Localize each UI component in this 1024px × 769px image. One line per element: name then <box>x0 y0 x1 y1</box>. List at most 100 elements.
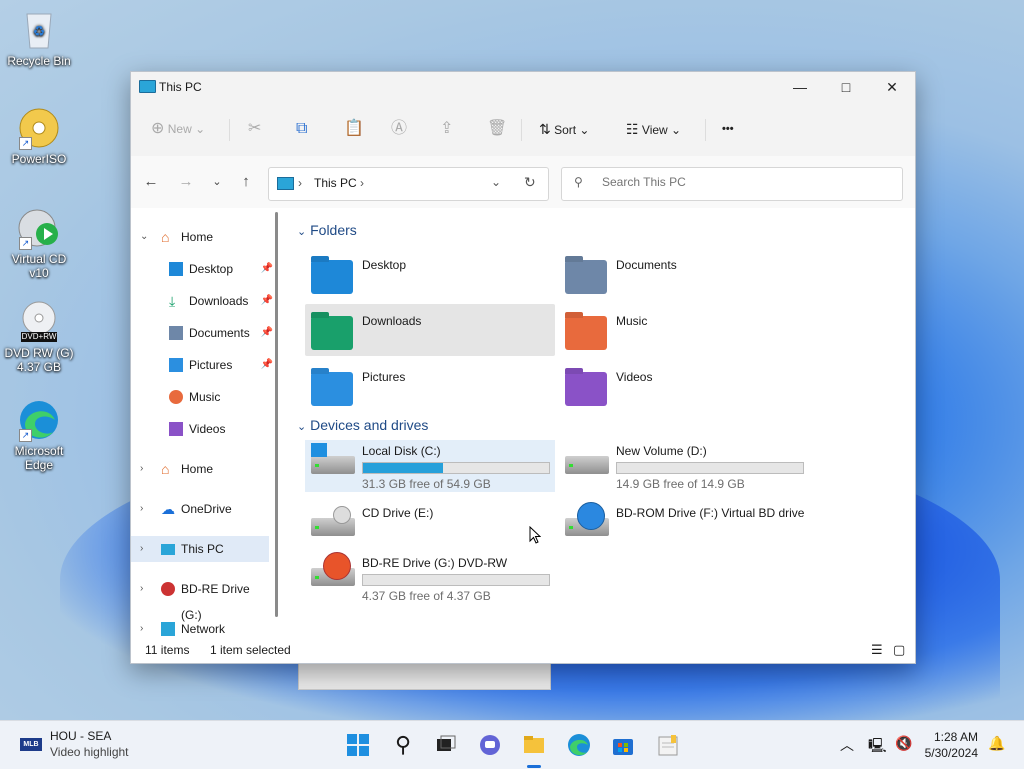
expanded-chevron-icon: ⌄ <box>297 226 307 238</box>
desktop-icon-virtual-cd[interactable]: ↗ Virtual CD v10 <box>1 206 77 280</box>
paste-icon[interactable]: 📋 <box>344 102 364 156</box>
pin-icon[interactable]: 📌 <box>261 288 273 314</box>
sort-icon: ⇅ <box>539 121 551 137</box>
notifications-icon[interactable]: 🔔 <box>988 735 1005 752</box>
sidebar-scrollbar[interactable] <box>275 212 278 617</box>
more-options-button[interactable]: ••• <box>722 102 734 156</box>
pin-icon[interactable]: 📌 <box>261 256 273 282</box>
notepad-icon[interactable] <box>656 733 680 757</box>
drive-usage-bar <box>616 462 804 474</box>
delete-icon[interactable]: 🗑 <box>487 102 507 156</box>
sidebar-item-videos[interactable]: Videos <box>139 416 277 442</box>
hard-drive-icon <box>565 456 609 474</box>
store-icon[interactable] <box>611 733 635 757</box>
start-button[interactable] <box>346 733 370 757</box>
videos-icon <box>169 422 183 436</box>
desktop-icon-recycle-bin[interactable]: ♻ Recycle Bin <box>1 8 77 68</box>
documents-icon <box>169 326 183 340</box>
drive-usage-bar <box>362 462 550 474</box>
dvd-rw-badge: DVD+RW <box>21 332 57 341</box>
sidebar-item-downloads[interactable]: ⤓ Downloads 📌 <box>139 288 277 314</box>
back-arrow-icon[interactable]: ← <box>139 170 163 194</box>
close-button[interactable]: ✕ <box>869 72 915 102</box>
forward-arrow-icon[interactable]: → <box>174 170 198 194</box>
sidebar-item-bd-re-drive[interactable]: › BD-RE Drive (G:) <box>131 576 269 622</box>
copy-icon[interactable]: ⧉ <box>296 102 307 156</box>
breadcrumb-separator-icon: › <box>298 176 302 190</box>
sort-button[interactable]: ⇅ Sort ⌄ <box>539 102 589 156</box>
folder-tile-documents[interactable]: Documents <box>559 248 809 300</box>
sidebar-item-desktop[interactable]: Desktop 📌 <box>139 256 277 282</box>
address-bar[interactable]: › This PC › ⌄ ↻ <box>268 167 549 201</box>
rename-icon[interactable]: Ⓐ <box>391 102 407 156</box>
refresh-icon[interactable]: ↻ <box>524 174 536 191</box>
folder-tile-pictures[interactable]: Pictures <box>305 360 555 412</box>
folder-tile-downloads[interactable]: Downloads <box>305 304 555 356</box>
show-hidden-icons-chevron-icon[interactable]: ︿ <box>840 735 854 755</box>
breadcrumb-chevron-icon[interactable]: › <box>360 176 364 190</box>
drive-free-space: 4.37 GB free of 4.37 GB <box>362 589 491 603</box>
videos-folder-icon <box>565 372 607 406</box>
edge-icon: ↗ <box>17 398 61 442</box>
drive-tile-f[interactable]: BD-ROM Drive (F:) Virtual BD drive <box>559 502 809 554</box>
desktop-icon-dvd-rw[interactable]: DVD+RW DVD RW (G) 4.37 GB <box>1 300 77 374</box>
collapsed-chevron-icon[interactable]: › <box>140 536 143 562</box>
sidebar-item-this-pc[interactable]: › This PC <box>131 536 269 562</box>
breadcrumb-this-pc[interactable]: This PC <box>314 176 357 190</box>
sidebar-item-pictures[interactable]: Pictures 📌 <box>139 352 277 378</box>
clock-date: 5/30/2024 <box>924 746 978 760</box>
shortcut-arrow-icon: ↗ <box>19 429 32 442</box>
file-explorer-taskbar-icon[interactable] <box>522 733 546 757</box>
task-view-icon[interactable] <box>434 733 458 757</box>
desktop-icon-edge[interactable]: ↗ Microsoft Edge <box>1 398 77 472</box>
new-button[interactable]: ⊕ New ⌄ <box>151 102 205 156</box>
collapsed-chevron-icon[interactable]: › <box>140 456 143 482</box>
pin-icon[interactable]: 📌 <box>261 320 273 346</box>
volume-muted-icon[interactable]: 🔇 <box>895 735 912 752</box>
minimize-button[interactable]: — <box>777 72 823 102</box>
chat-icon[interactable] <box>478 733 502 757</box>
edge-taskbar-icon[interactable] <box>567 733 591 757</box>
sidebar-item-documents[interactable]: Documents 📌 <box>139 320 277 346</box>
search-icon: ⚲ <box>574 175 583 189</box>
devices-section-header[interactable]: ⌄ Devices and drives <box>297 417 428 433</box>
folders-section-header[interactable]: ⌄ Folders <box>297 222 357 238</box>
drive-tile-d[interactable]: New Volume (D:) 14.9 GB free of 14.9 GB <box>559 440 809 492</box>
clock[interactable]: 1:28 AM 5/30/2024 <box>925 729 978 761</box>
status-bar: 11 items 1 item selected ☰ ▢ <box>131 638 915 662</box>
search-input[interactable] <box>600 174 894 190</box>
collapsed-chevron-icon[interactable]: › <box>140 576 143 602</box>
recent-locations-chevron-icon[interactable]: ⌄ <box>205 170 229 194</box>
share-icon[interactable]: ⇪ <box>440 102 453 156</box>
search-box[interactable]: ⚲ <box>561 167 903 201</box>
drive-tile-c[interactable]: Local Disk (C:) 31.3 GB free of 54.9 GB <box>305 440 555 492</box>
expanded-chevron-icon[interactable]: ⌄ <box>140 224 148 250</box>
title-bar[interactable]: This PC — □ ✕ <box>131 72 915 102</box>
drive-tile-e[interactable]: CD Drive (E:) <box>305 502 555 554</box>
cut-icon[interactable]: ✂ <box>248 102 261 156</box>
up-arrow-icon[interactable]: ↑ <box>234 170 258 194</box>
maximize-button[interactable]: □ <box>823 72 869 102</box>
folder-tile-music[interactable]: Music <box>559 304 809 356</box>
folder-tile-videos[interactable]: Videos <box>559 360 809 412</box>
sidebar-item-home[interactable]: ⌄ ⌂ Home <box>131 224 269 250</box>
desktop-icon-poweriso[interactable]: ↗ PowerISO <box>1 106 77 166</box>
collapsed-chevron-icon[interactable]: › <box>140 496 143 522</box>
details-view-icon[interactable]: ☰ <box>871 638 883 662</box>
folder-tile-desktop[interactable]: Desktop <box>305 248 555 300</box>
pin-icon[interactable]: 📌 <box>261 352 273 378</box>
drive-usage-bar <box>362 574 550 586</box>
weather-widget[interactable]: MLB HOU - SEA Video highlight <box>18 729 158 761</box>
view-label: View <box>641 123 668 137</box>
drive-tile-g[interactable]: BD-RE Drive (G:) DVD-RW 4.37 GB free of … <box>305 552 555 604</box>
network-status-icon[interactable]: 🖳 <box>868 735 887 759</box>
view-button[interactable]: ☷ View ⌄ <box>626 102 681 156</box>
widget-title: HOU - SEA <box>50 729 112 743</box>
search-icon[interactable]: ⚲ <box>391 733 415 757</box>
sort-label: Sort <box>554 123 577 137</box>
sidebar-item-onedrive[interactable]: › ☁ OneDrive <box>131 496 269 522</box>
address-history-chevron-icon[interactable]: ⌄ <box>491 175 501 189</box>
sidebar-item-home-2[interactable]: › ⌂ Home <box>131 456 269 482</box>
sidebar-item-music[interactable]: Music <box>139 384 277 410</box>
tiles-view-icon[interactable]: ▢ <box>893 638 905 662</box>
